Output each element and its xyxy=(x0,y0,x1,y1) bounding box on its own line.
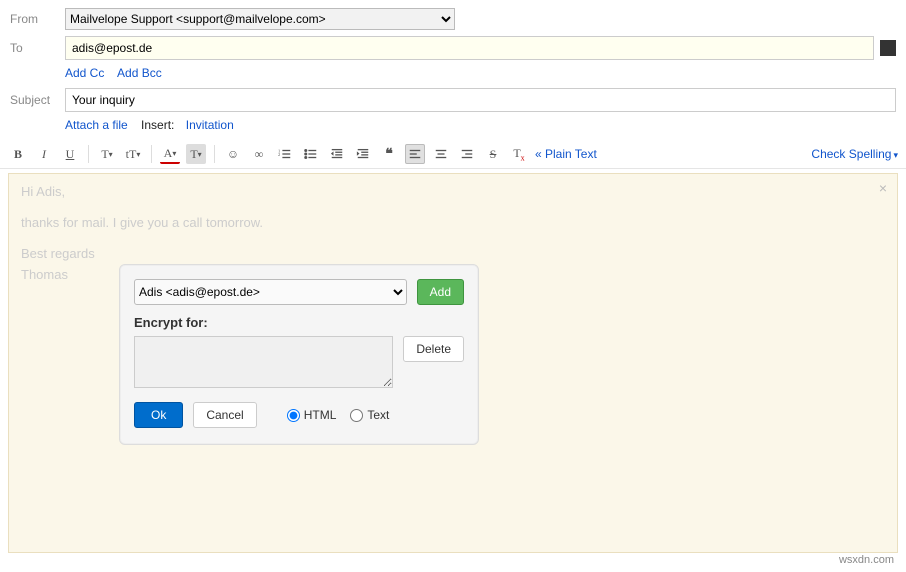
svg-text:2: 2 xyxy=(278,152,280,157)
separator xyxy=(214,145,215,163)
unordered-list-button[interactable] xyxy=(301,144,321,164)
separator xyxy=(88,145,89,163)
ordered-list-button[interactable]: 12 xyxy=(275,144,295,164)
align-center-button[interactable] xyxy=(431,144,451,164)
encrypt-list-textarea[interactable] xyxy=(134,336,393,388)
to-label: To xyxy=(10,41,65,55)
body-line: Best regards xyxy=(21,246,885,261)
text-radio-label[interactable]: Text xyxy=(350,408,389,422)
insert-label: Insert: xyxy=(141,118,174,132)
attach-file-link[interactable]: Attach a file xyxy=(65,118,128,132)
recipient-row: Adis <adis@epost.de> Add xyxy=(134,279,464,305)
subject-row: Subject xyxy=(10,88,896,112)
recipient-select[interactable]: Adis <adis@epost.de> xyxy=(134,279,407,305)
dialog-footer: Ok Cancel HTML Text xyxy=(134,402,464,428)
format-radio-group: HTML Text xyxy=(287,408,390,422)
separator xyxy=(151,145,152,163)
cc-links: Add Cc Add Bcc xyxy=(65,66,896,80)
invitation-link[interactable]: Invitation xyxy=(186,118,234,132)
contacts-icon[interactable] xyxy=(880,40,896,56)
subject-label: Subject xyxy=(10,93,65,107)
subject-input[interactable] xyxy=(65,88,896,112)
strikethrough-button[interactable]: S xyxy=(483,144,503,164)
quote-button[interactable]: ❝ xyxy=(379,144,399,164)
bold-button[interactable]: B xyxy=(8,144,28,164)
to-row: To xyxy=(10,36,896,60)
underline-button[interactable]: U xyxy=(60,144,80,164)
font-size-button[interactable]: tT▾ xyxy=(123,144,143,164)
emoji-button[interactable]: ☺ xyxy=(223,144,243,164)
from-row: From Mailvelope Support <support@mailvel… xyxy=(10,8,896,30)
link-button[interactable]: ∞ xyxy=(249,144,269,164)
body-line: Hi Adis, xyxy=(21,184,885,199)
cancel-button[interactable]: Cancel xyxy=(193,402,256,428)
delete-button[interactable]: Delete xyxy=(403,336,464,362)
clear-format-button[interactable]: Tx xyxy=(509,144,529,164)
html-radio[interactable] xyxy=(287,409,300,422)
add-button[interactable]: Add xyxy=(417,279,464,305)
indent-button[interactable] xyxy=(353,144,373,164)
text-radio[interactable] xyxy=(350,409,363,422)
encrypt-dialog: Adis <adis@epost.de> Add Encrypt for: De… xyxy=(119,264,479,445)
highlight-button[interactable]: T▾ xyxy=(186,144,206,164)
plain-text-link[interactable]: « Plain Text xyxy=(535,147,597,161)
align-left-button[interactable] xyxy=(405,144,425,164)
to-input[interactable] xyxy=(65,36,874,60)
font-family-button[interactable]: T▾ xyxy=(97,144,117,164)
text-color-button[interactable]: A▾ xyxy=(160,144,180,164)
html-radio-label[interactable]: HTML xyxy=(287,408,337,422)
watermark: wsxdn.com xyxy=(839,554,894,566)
align-right-button[interactable] xyxy=(457,144,477,164)
check-spelling-link[interactable]: Check Spelling▾ xyxy=(811,147,898,161)
outdent-button[interactable] xyxy=(327,144,347,164)
italic-button[interactable]: I xyxy=(34,144,54,164)
add-bcc-link[interactable]: Add Bcc xyxy=(117,66,162,80)
encrypt-list-row: Delete xyxy=(134,336,464,388)
from-select[interactable]: Mailvelope Support <support@mailvelope.c… xyxy=(65,8,455,30)
compose-header: From Mailvelope Support <support@mailvel… xyxy=(0,0,906,132)
format-toolbar: B I U T▾ tT▾ A▾ T▾ ☺ ∞ 12 ❝ S Tx « Plain… xyxy=(0,140,906,169)
editor-body[interactable]: × Hi Adis, thanks for mail. I give you a… xyxy=(8,173,898,553)
ok-button[interactable]: Ok xyxy=(134,402,183,428)
attach-row: Attach a file Insert: Invitation xyxy=(65,118,896,132)
body-line: thanks for mail. I give you a call tomor… xyxy=(21,215,885,230)
encrypt-for-label: Encrypt for: xyxy=(134,315,464,330)
from-label: From xyxy=(10,12,65,26)
toolbar-right: Check Spelling▾ xyxy=(811,147,898,161)
close-icon[interactable]: × xyxy=(879,180,887,196)
add-cc-link[interactable]: Add Cc xyxy=(65,66,104,80)
